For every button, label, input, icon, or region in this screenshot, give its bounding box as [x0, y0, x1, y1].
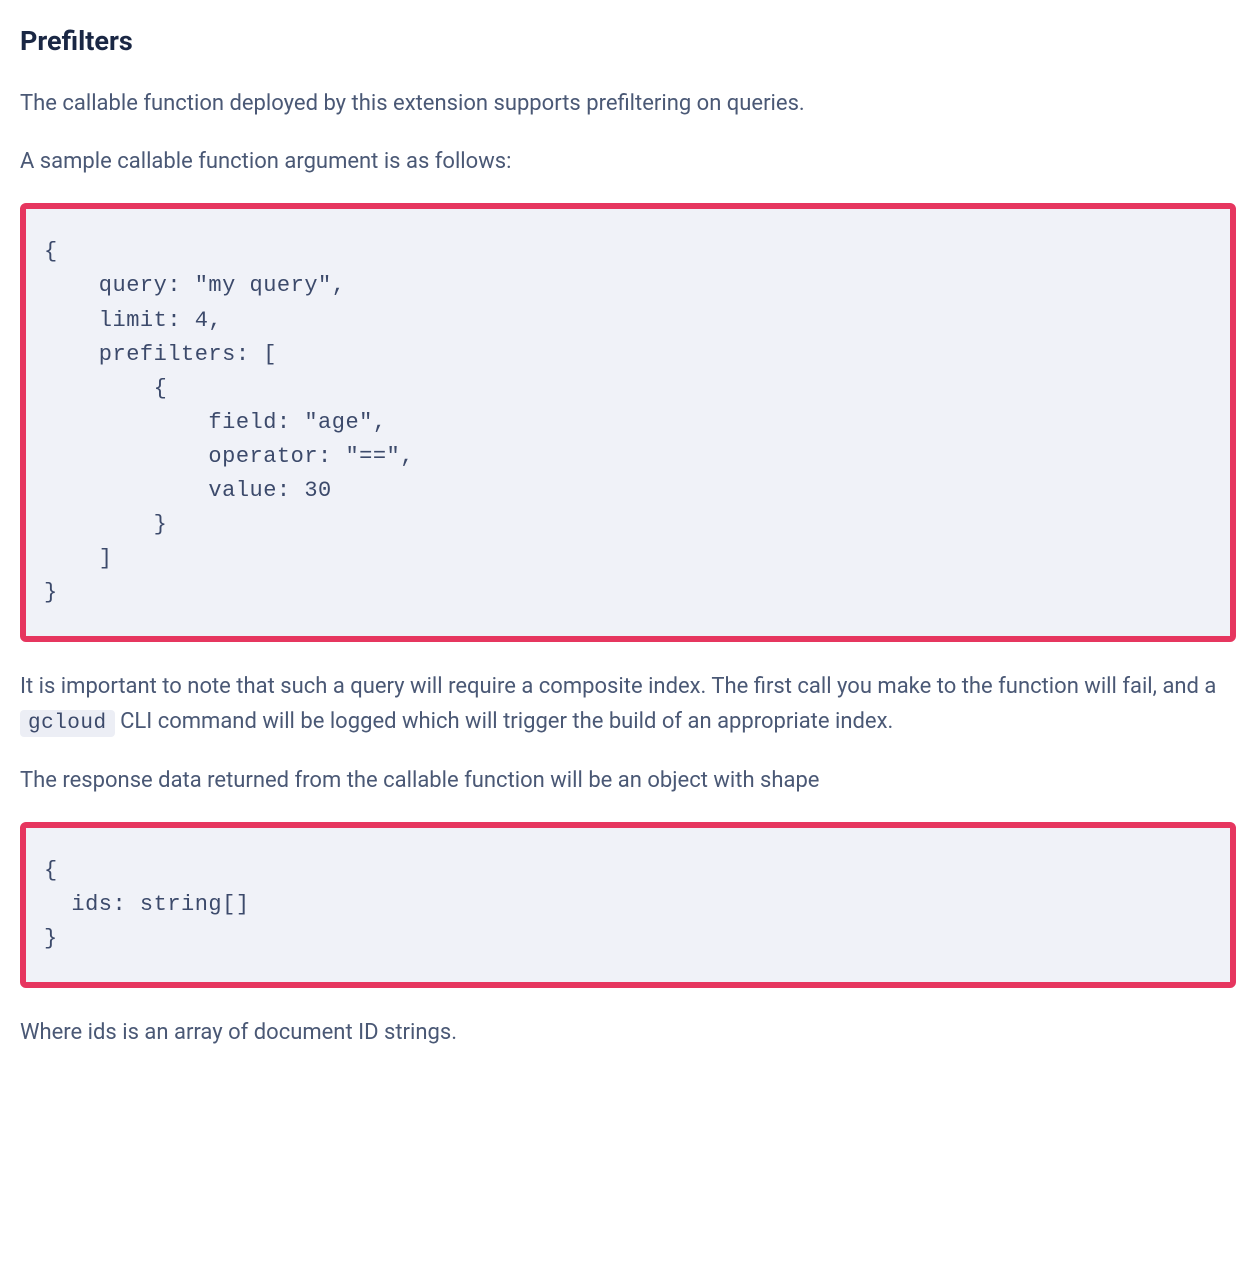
note-text-part-1: It is important to note that such a quer…	[20, 674, 1216, 699]
note-text-part-2: CLI command will be logged which will tr…	[115, 709, 894, 734]
intro-paragraph-2: A sample callable function argument is a…	[20, 145, 1236, 179]
gcloud-inline-code: gcloud	[20, 710, 115, 737]
intro-paragraph-1: The callable function deployed by this e…	[20, 87, 1236, 121]
code-sample-argument: { query: "my query", limit: 4, prefilter…	[20, 203, 1236, 642]
code-sample-response: { ids: string[] }	[20, 822, 1236, 988]
prefilters-heading: Prefilters	[20, 20, 1236, 63]
composite-index-note: It is important to note that such a quer…	[20, 670, 1236, 740]
ids-explanation: Where ids is an array of document ID str…	[20, 1016, 1236, 1050]
response-shape-intro: The response data returned from the call…	[20, 764, 1236, 798]
